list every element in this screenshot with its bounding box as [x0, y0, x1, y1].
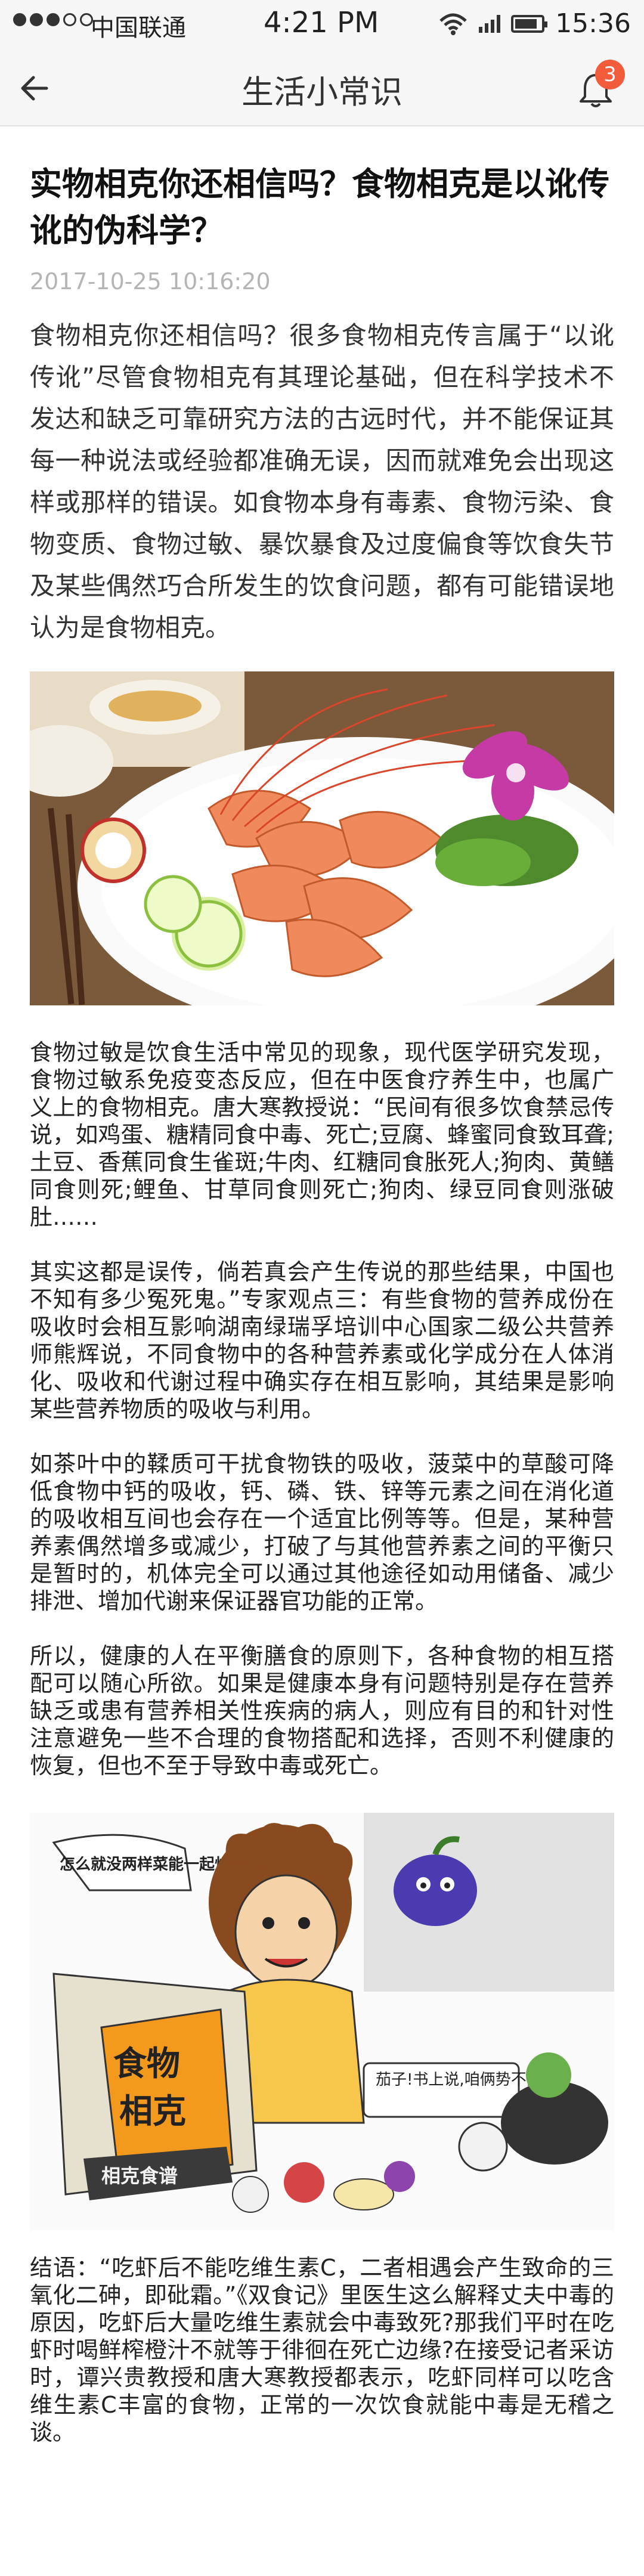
shrimp-dish-image	[30, 671, 614, 1005]
clock-center: 4:21 PM	[264, 6, 379, 39]
signal-dots-icon	[13, 13, 93, 26]
carrier-name: 中国联通	[91, 14, 186, 42]
cartoon-book-spine: 相克食谱	[101, 2165, 178, 2187]
cartoon-book-title-line2: 相克	[119, 2092, 186, 2131]
article-paragraph-4: 如茶叶中的鞣质可干扰食物铁的吸收，菠菜中的草酸可降低食物中钙的吸收，钙、磷、铁、…	[30, 1451, 614, 1614]
food-conflict-cartoon: 怎么就没两样菜能一起炒啊！ 食物 相克 相克食谱 茄子!书上说,咱俩势不两立!	[30, 1813, 614, 2230]
cartoon-book-title-line: 食物	[113, 2045, 180, 2083]
clock-right: 15:36	[555, 8, 631, 39]
article: 实物相克你还相信吗？食物相克是以讹传讹的伪科学？ 2017-10-25 10:1…	[30, 161, 614, 2446]
wifi-icon	[439, 13, 467, 35]
battery-icon	[511, 14, 548, 33]
notification-badge: 3	[595, 60, 625, 89]
status-bar: 中国联通 4:21 PM 15:36	[0, 0, 644, 49]
article-paragraph-3: 其实这都是误传，倘若真会产生传说的那些结果，中国也不知有多少冤死鬼。”专家观点三…	[30, 1259, 614, 1422]
article-paragraph-5: 所以，健康的人在平衡膳食的原则下，各种食物的相互搭配可以随心所欲。如果是健康本身…	[30, 1643, 614, 1779]
cell-signal-icon	[479, 14, 501, 33]
nav-bar: 生活小常识 3	[0, 49, 644, 126]
page-title: 生活小常识	[242, 73, 402, 111]
article-paragraph-2: 食物过敏是饮食生活中常见的现象，现代医学研究发现，食物过敏系免疫变态反应，但在中…	[30, 1039, 614, 1230]
article-intro: 食物相克你还相信吗？很多食物相克传言属于“以讹传讹”尽管食物相克有其理论基础，但…	[30, 321, 614, 642]
article-title: 实物相克你还相信吗？食物相克是以讹传讹的伪科学？	[30, 165, 609, 249]
article-conclusion: 结语：“吃虾后不能吃维生素C，二者相遇会产生致命的三氧化二砷，即砒霜。”《双食记…	[30, 2255, 614, 2445]
article-date: 2017-10-25 10:16:20	[30, 268, 271, 295]
